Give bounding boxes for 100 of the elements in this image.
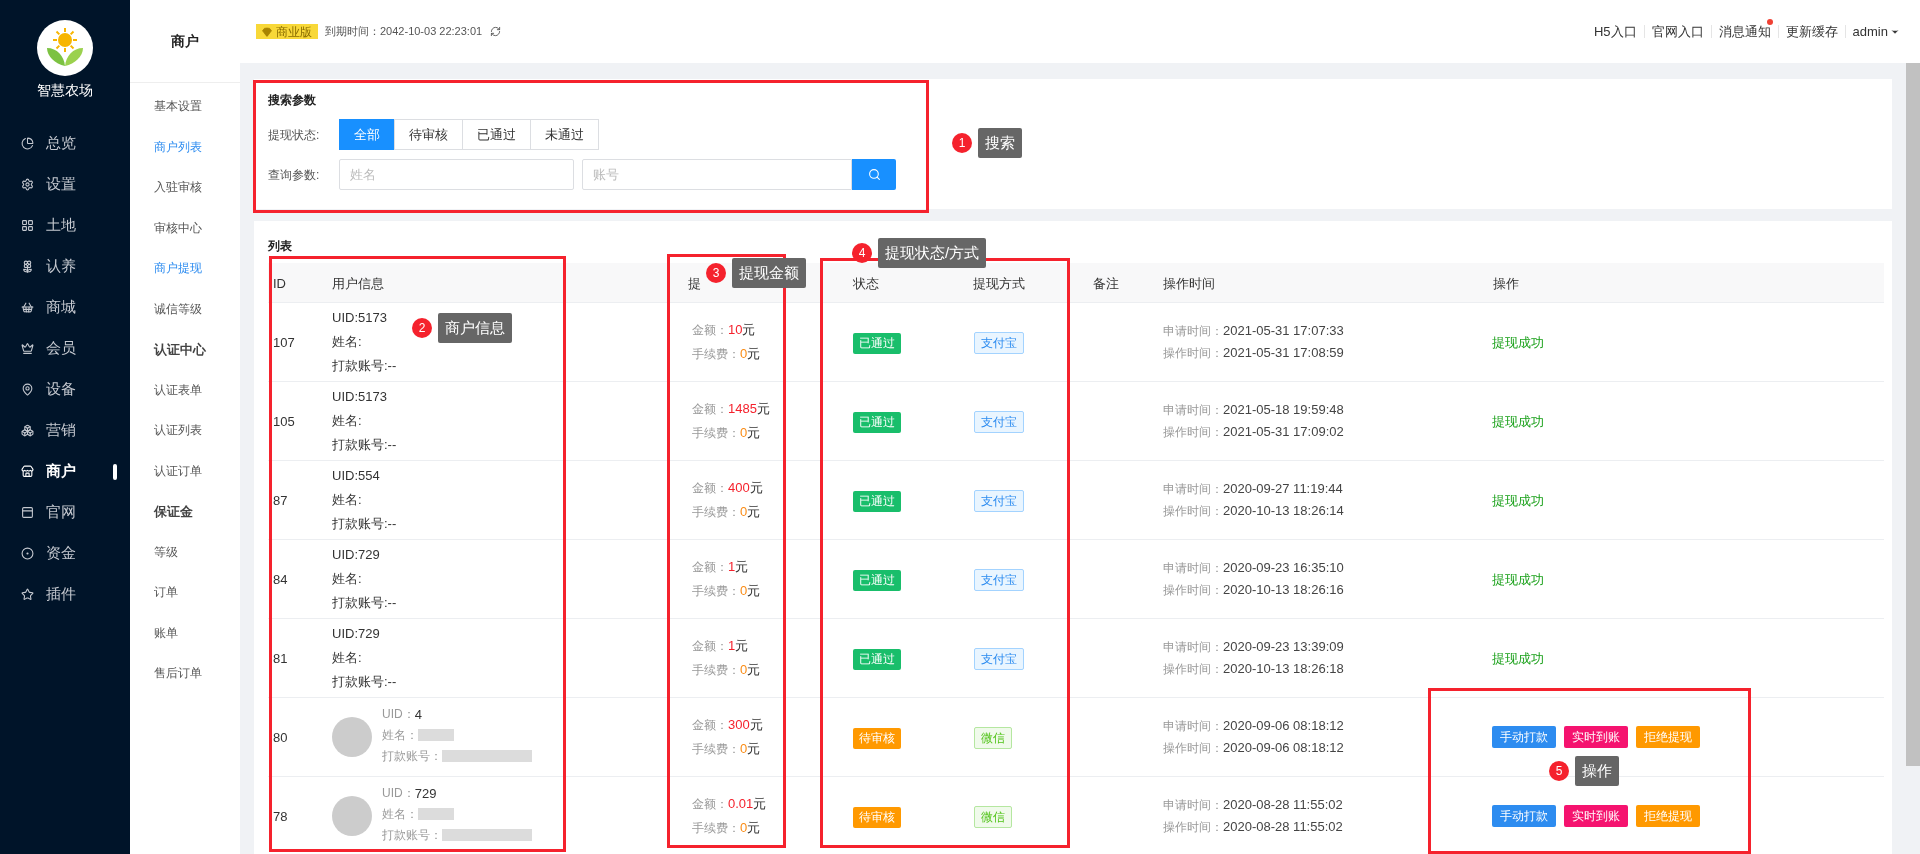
nav-item[interactable]: 土地 xyxy=(0,205,130,246)
field-label: 申请时间： xyxy=(1163,719,1223,733)
status-tab[interactable]: 待审核 xyxy=(394,119,463,150)
status-tab[interactable]: 未通过 xyxy=(530,119,599,150)
timestamp: 2021-05-31 17:08:59 xyxy=(1223,345,1344,360)
header-link[interactable]: 官网入口 xyxy=(1644,21,1711,42)
submenu-item[interactable]: 账单 xyxy=(130,612,240,653)
field-label: 申请时间： xyxy=(1163,324,1223,338)
nav-item[interactable]: 商城 xyxy=(0,287,130,328)
search-field[interactable]: 姓名 xyxy=(339,159,574,190)
field-label: 操作时间： xyxy=(1163,346,1223,360)
crown-icon xyxy=(21,342,34,355)
field-label: 姓名： xyxy=(382,805,418,823)
nav-item[interactable]: 插件 xyxy=(0,574,130,615)
payment-method-tag: 微信 xyxy=(974,727,1012,749)
avatar xyxy=(332,717,372,757)
grid-icon xyxy=(21,219,34,232)
section-title: 列表 xyxy=(268,239,292,253)
submenu-item[interactable]: 基本设置 xyxy=(130,86,240,127)
timestamp: 2020-09-23 16:35:10 xyxy=(1223,560,1344,575)
submenu-item[interactable]: 商户提现 xyxy=(130,248,240,289)
submenu-item[interactable]: 认证表单 xyxy=(130,369,240,410)
brand-name: 智慧农场 xyxy=(37,81,93,100)
submenu-item[interactable]: 诚信等级 xyxy=(130,288,240,329)
currency-unit: 元 xyxy=(735,558,749,576)
action-button[interactable]: 实时到账 xyxy=(1564,805,1628,827)
currency-unit: 元 xyxy=(753,795,767,813)
currency-unit: 元 xyxy=(747,582,761,600)
column-header: 提 xyxy=(688,275,701,291)
diamond-icon xyxy=(262,26,272,37)
field-label: 手续费： xyxy=(692,346,740,363)
timestamp: 2020-08-28 11:55:02 xyxy=(1223,819,1343,834)
submenu-item[interactable]: 认证订单 xyxy=(130,450,240,491)
amount-value: 400 xyxy=(728,479,750,497)
status-tag: 已通过 xyxy=(853,491,901,512)
field-label: 姓名： xyxy=(382,726,418,744)
field-value: 4 xyxy=(414,705,422,724)
chart-icon xyxy=(21,137,34,150)
refresh-icon[interactable] xyxy=(490,26,502,37)
blocks-icon xyxy=(21,424,34,437)
section-title: 搜索参数 xyxy=(268,92,317,109)
logo-icon xyxy=(37,20,93,76)
field-label: 手续费： xyxy=(692,741,740,758)
header-link[interactable]: 更新缓存 xyxy=(1778,21,1845,42)
payment-method-tag: 支付宝 xyxy=(974,490,1024,512)
status-tab[interactable]: 已通过 xyxy=(462,119,531,150)
nav-item[interactable]: 营销 xyxy=(0,410,130,451)
currency-unit: 元 xyxy=(747,424,761,442)
currency-unit: 元 xyxy=(756,400,770,418)
filter-label: 提现状态: xyxy=(268,126,321,144)
timestamp: 2021-05-18 19:59:48 xyxy=(1223,402,1344,417)
submenu-title: 商户 xyxy=(171,31,199,51)
annotation-tooltip: 商户信息 xyxy=(438,313,512,343)
submenu-item[interactable]: 入驻审核 xyxy=(130,167,240,208)
submenu-heading: 保证金 xyxy=(152,502,194,521)
nav-item[interactable]: 资金 xyxy=(0,533,130,574)
action-button[interactable]: 实时到账 xyxy=(1564,726,1628,748)
currency-unit: 元 xyxy=(747,503,761,521)
nav-item[interactable]: 会员 xyxy=(0,328,130,369)
submenu-item[interactable]: 商户列表 xyxy=(130,126,240,167)
column-header: 提现方式 xyxy=(973,275,1025,291)
nav-item[interactable]: 设置 xyxy=(0,164,130,205)
header-link[interactable]: H5入口 xyxy=(1586,21,1644,42)
nav-item[interactable]: 总览 xyxy=(0,123,130,164)
nav-item[interactable]: 认养 xyxy=(0,246,130,287)
timestamp: 2020-10-13 18:26:16 xyxy=(1223,582,1344,597)
submenu-item[interactable]: 订单 xyxy=(130,572,240,613)
status-text: 提现成功 xyxy=(1492,493,1544,508)
field-label: 申请时间： xyxy=(1163,798,1223,812)
amount-value: 10 xyxy=(728,321,743,339)
header-link[interactable]: 消息通知 xyxy=(1711,21,1778,42)
field-label: 金额： xyxy=(692,638,728,655)
field-label: UID： xyxy=(382,784,415,802)
status-tag: 已通过 xyxy=(853,570,901,591)
nav-item[interactable]: 设备 xyxy=(0,369,130,410)
timestamp: 2020-09-06 08:18:12 xyxy=(1223,740,1344,755)
annotation-tooltip: 搜索 xyxy=(978,128,1022,158)
pin-icon xyxy=(21,383,34,396)
filter-label: 查询参数: xyxy=(268,166,321,184)
avatar xyxy=(332,796,372,836)
currency-unit: 元 xyxy=(747,740,761,758)
user-info-text: 姓名: xyxy=(332,570,362,588)
submenu-item[interactable]: 认证列表 xyxy=(130,410,240,451)
nav-item[interactable]: 商户 xyxy=(0,451,130,492)
user-info-text: UID:554 xyxy=(332,467,380,485)
field-label: 申请时间： xyxy=(1163,403,1223,417)
search-button[interactable] xyxy=(852,159,896,190)
fee-value: 0 xyxy=(740,661,748,679)
field-label: 手续费： xyxy=(692,583,740,600)
user-menu[interactable]: admin xyxy=(1845,21,1904,42)
search-icon xyxy=(867,168,881,181)
search-field[interactable]: 账号 xyxy=(582,159,852,190)
nav-item[interactable]: 官网 xyxy=(0,492,130,533)
submenu-item[interactable]: 审核中心 xyxy=(130,207,240,248)
gear-icon xyxy=(21,178,34,191)
submenu-item[interactable]: 等级 xyxy=(130,531,240,572)
field-label: 申请时间： xyxy=(1163,482,1223,496)
submenu-item[interactable]: 售后订单 xyxy=(130,653,240,694)
scrollbar[interactable] xyxy=(1906,63,1920,766)
status-tag: 已通过 xyxy=(853,333,901,354)
